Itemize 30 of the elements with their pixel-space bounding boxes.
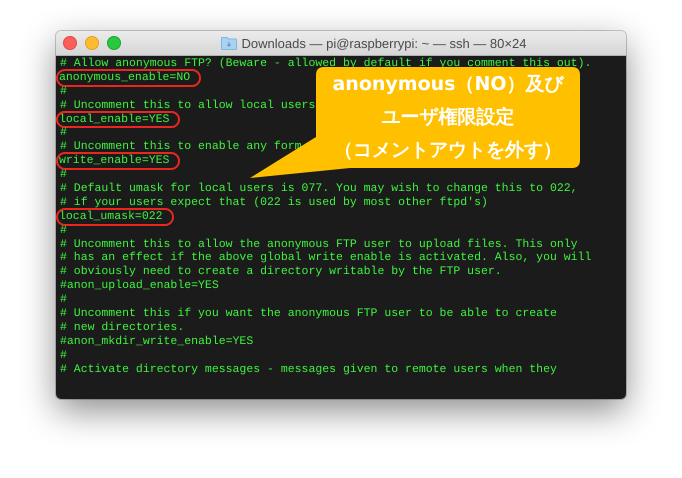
code-line: local_enable=YES	[58, 112, 178, 126]
code-line: anonymous_enable=NO	[58, 70, 200, 85]
code-line: #anon_mkdir_write_enable=YES	[60, 334, 254, 349]
code-line: # if your users expect that (022 is used by most other ftpd's)	[60, 196, 488, 210]
code-line: #	[60, 126, 67, 140]
zoom-button[interactable]	[107, 36, 121, 50]
code-line: # has an effect if the above global write enable is activated. Also, you will	[60, 251, 592, 266]
code-line: # Activate directory messages - messages given to remote users when they	[60, 362, 557, 376]
code-line: #anon_upload_enable=YES	[60, 279, 219, 294]
code-line: # Default umask for local users is 077. You may wish to change this to 022,	[60, 182, 578, 196]
code-line: local_umask=022	[58, 210, 172, 224]
code-line: write_enable=YES	[58, 154, 178, 168]
callout-text: （コメントアウトを外す）	[334, 139, 562, 161]
callout-text: anonymous（NO）及び	[332, 73, 564, 95]
minimize-button[interactable]	[85, 36, 99, 50]
code-line: # Uncomment this if you want the anonymous FTP user to be able to create	[60, 307, 557, 321]
code-line: # new directories.	[60, 320, 184, 335]
code-line: # obviously need to create a directory writable by the FTP user.	[60, 265, 502, 280]
code-line: #	[60, 168, 67, 182]
code-line: #	[60, 293, 67, 308]
code-line: # Uncomment this to enable any form	[60, 140, 302, 154]
code-line: #	[60, 224, 67, 238]
close-button[interactable]	[63, 36, 77, 50]
code-line: #	[60, 348, 67, 363]
window-title: Downloads — pi@raspberrypi: ~ — ssh — 80×24	[242, 36, 526, 50]
callout-text: ユーザ権限設定	[382, 106, 514, 128]
code-line: # Uncomment this to allow local users	[60, 98, 316, 113]
code-line: # Uncomment this to allow the anonymous FTP user to upload files. This only	[60, 238, 578, 252]
folder-icon	[220, 36, 237, 50]
code-line: #	[60, 84, 67, 99]
